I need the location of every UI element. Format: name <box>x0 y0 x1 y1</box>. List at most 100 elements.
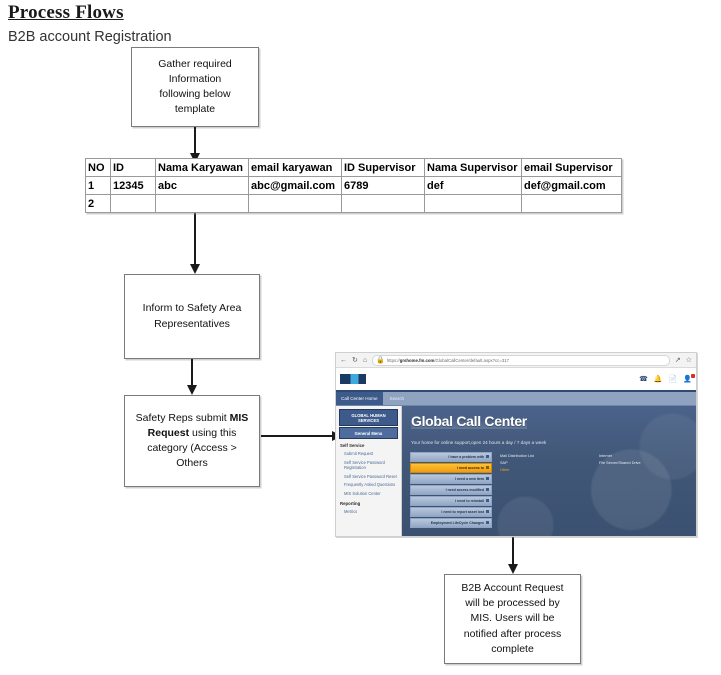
app-body: GLOBAL HUMAN SERVICES General Menu Self … <box>336 406 696 536</box>
access-option-file-server[interactable]: File Server/Shared Drive <box>599 461 692 465</box>
back-arrow-icon[interactable]: ← <box>340 357 347 364</box>
app-content-hero: Global Call Center Your home for online … <box>402 406 696 536</box>
table-cell <box>110 194 156 213</box>
chevron-right-icon <box>486 488 489 492</box>
table-header-cell: email karyawan <box>248 158 342 177</box>
request-button-label: I need to report asset lost <box>441 509 484 514</box>
access-option-mail-distribution-list[interactable]: Mail Distribution List <box>500 454 593 458</box>
table-cell <box>341 194 425 213</box>
star-icon[interactable]: ☆ <box>686 357 692 364</box>
flow-box-inform-text: Inform to Safety Area Representatives <box>142 302 242 330</box>
employee-supervisor-table: NO ID Nama Karyawan email karyawan ID Su… <box>85 158 622 213</box>
request-button-label: I need to reinstall <box>455 498 484 503</box>
page-subtitle: B2B account Registration <box>8 29 172 45</box>
table-cell: 6789 <box>341 176 425 195</box>
table-cell: def@gmail.com <box>521 176 622 195</box>
table-cell: 12345 <box>110 176 156 195</box>
sidebar-section-self-service: Self Service <box>340 443 365 448</box>
table-cell <box>521 194 622 213</box>
flow-box-inform-safety-area: Inform to Safety Area Representatives <box>124 274 260 359</box>
flow-box-gather-text: Gather required Information following be… <box>158 57 232 116</box>
request-button-new-item[interactable]: I need a new item <box>410 474 492 484</box>
access-option-internet[interactable]: Internet <box>599 454 692 458</box>
access-options-column-right: Internet File Server/Shared Drive <box>599 454 692 472</box>
nav-search-link[interactable]: Search <box>384 396 411 401</box>
sidebar-link-password-registration[interactable]: Self Service Password Registration <box>336 458 401 472</box>
table-cell: 2 <box>85 194 111 213</box>
arrow-browser-to-b2b <box>512 537 514 565</box>
table-cell: abc <box>155 176 249 195</box>
hero-tagline: Your home for online support,open 24 hou… <box>411 440 547 445</box>
share-icon[interactable]: ↗ <box>675 357 681 364</box>
sidebar-general-menu[interactable]: General Menu <box>339 427 398 439</box>
table-header-cell: email Supervisor <box>521 158 622 177</box>
flow-box-b2b-account-request: B2B Account Request will be processed by… <box>444 574 581 664</box>
url-text: https://grshome.fm.com/GlobalCallCenter/… <box>387 358 509 363</box>
arrow-inform-to-safety <box>191 359 193 386</box>
header-icon-group: ☎ 🔔 📄 👤 <box>639 373 695 383</box>
phone-icon[interactable]: ☎ <box>639 376 648 383</box>
sidebar-link-metrics[interactable]: Metrics <box>336 507 401 516</box>
request-button-report-asset-lost[interactable]: I need to report asset lost <box>410 507 492 517</box>
home-icon[interactable]: ⌂ <box>363 357 367 364</box>
browser-toolbar: ← ↻ ⌂ 🔒 https://grshome.fm.com/GlobalCal… <box>336 353 696 368</box>
request-button-need-access-to[interactable]: I need access to <box>410 463 492 473</box>
table-header-cell: Nama Karyawan <box>155 158 249 177</box>
flow-box-gather-information: Gather required Information following be… <box>131 47 259 127</box>
chevron-right-icon <box>486 477 489 481</box>
chevron-right-icon <box>486 466 489 470</box>
table-header-cell: Nama Supervisor <box>424 158 522 177</box>
bell-icon[interactable]: 🔔 <box>654 376 663 383</box>
lock-icon: 🔒 <box>376 356 385 364</box>
table-header-cell: ID Supervisor <box>341 158 425 177</box>
sidebar-link-submit-request[interactable]: Submit Request <box>336 450 401 459</box>
chevron-right-icon <box>486 510 489 514</box>
sidebar-link-password-reset[interactable]: Self Service Password Reset <box>336 472 401 481</box>
request-button-access-modified[interactable]: I need access modified <box>410 485 492 495</box>
url-path: /GlobalCallCenter/default.aspx?cc=317 <box>434 357 510 363</box>
flow-box-safety-reps-submit: Safety Reps submit MIS Request using thi… <box>124 395 260 487</box>
request-category-button-list: I have a problem with I need access to I… <box>410 452 492 528</box>
arrow-gather-to-table <box>194 127 196 154</box>
page-title: Process Flows <box>8 2 124 23</box>
sidebar-link-faq[interactable]: Frequently Asked Questions <box>336 481 401 490</box>
sidebar-brand-banner: GLOBAL HUMAN SERVICES <box>339 409 398 426</box>
sidebar-link-mis-solution-center[interactable]: MIS Solution Center <box>336 489 401 498</box>
url-bar[interactable]: 🔒 https://grshome.fm.com/GlobalCallCente… <box>372 354 670 366</box>
arrow-safety-to-browser <box>261 435 333 437</box>
access-options-column-left: Mail Distribution List SAP Other <box>500 454 593 472</box>
request-button-reinstall[interactable]: I need to reinstall <box>410 496 492 506</box>
url-prefix: https:// <box>386 357 400 363</box>
table-cell <box>424 194 522 213</box>
request-button-employment-lifecycle[interactable]: Employment LifeCycle Changes <box>410 518 492 528</box>
access-option-other[interactable]: Other <box>500 468 593 472</box>
chevron-right-icon <box>486 521 489 525</box>
document-icon[interactable]: 📄 <box>669 376 678 383</box>
table-cell: 1 <box>85 176 111 195</box>
table-cell: abc@gmail.com <box>248 176 342 195</box>
hero-title: Global Call Center <box>411 413 527 429</box>
app-header: ☎ 🔔 📄 👤 <box>336 368 696 392</box>
app-navbar: Call Center Home Search <box>336 392 696 406</box>
chevron-right-icon <box>486 499 489 503</box>
arrow-table-to-inform <box>194 212 196 265</box>
table-cell <box>248 194 342 213</box>
table-header-row: NO ID Nama Karyawan email karyawan ID Su… <box>85 158 622 177</box>
flow-box-safety-text: Safety Reps submit MIS Request using thi… <box>131 411 253 472</box>
access-options-panel: Mail Distribution List SAP Other Interne… <box>500 454 692 472</box>
profile-icon[interactable]: 👤 <box>683 373 695 383</box>
table-header-cell: NO <box>85 158 111 177</box>
chevron-right-icon <box>486 455 489 459</box>
table-header-cell: ID <box>110 158 156 177</box>
access-option-sap[interactable]: SAP <box>500 461 593 465</box>
reload-icon[interactable]: ↻ <box>352 357 358 364</box>
table-cell: def <box>424 176 522 195</box>
url-domain: grshome.fm.com <box>399 357 435 363</box>
request-button-problem-with[interactable]: I have a problem with <box>410 452 492 462</box>
request-button-label: Employment LifeCycle Changes <box>430 520 484 525</box>
company-logo-icon <box>340 374 366 384</box>
safety-text-pre: Safety Reps submit <box>135 411 230 424</box>
app-sidebar: GLOBAL HUMAN SERVICES General Menu Self … <box>336 406 402 536</box>
request-button-label: I need a new item <box>455 476 484 481</box>
nav-tab-call-center-home[interactable]: Call Center Home <box>336 392 383 405</box>
